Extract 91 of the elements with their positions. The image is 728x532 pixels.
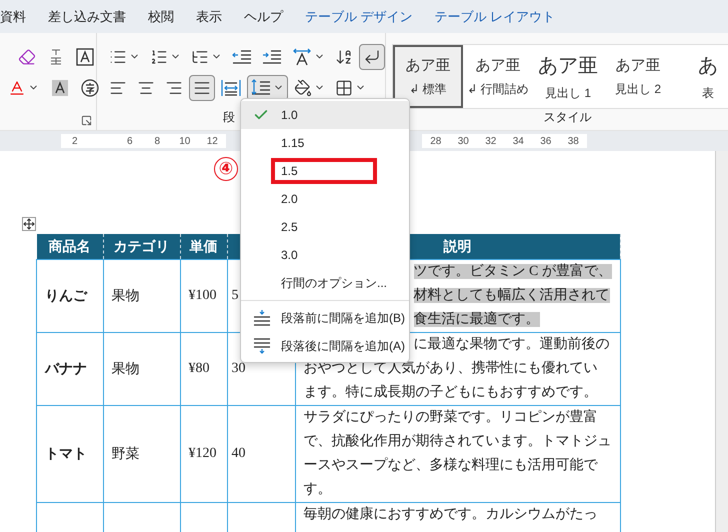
- ruler-number: 8: [153, 136, 162, 146]
- paint-bucket-icon: [294, 78, 312, 96]
- menu-item[interactable]: 1.0: [241, 101, 409, 129]
- space-before-icon: [253, 310, 271, 326]
- ruler-number: 38: [566, 136, 580, 146]
- ruler-number: 28: [429, 136, 442, 146]
- description-text: サラダにぴったりの野菜です。リコピンが豊富: [304, 410, 598, 425]
- menu-item[interactable]: 行間のオプション...: [241, 269, 409, 297]
- menu-tab[interactable]: テーブル デザイン: [305, 8, 413, 26]
- style-label: 見出し 1: [544, 84, 591, 102]
- move-handle-icon[interactable]: [23, 218, 35, 230]
- phonetic-guide-icon: [48, 48, 64, 66]
- description-text: 材料としても幅広く活用されて: [414, 288, 610, 303]
- menu-item[interactable]: 段落前に間隔を追加(B): [241, 304, 409, 332]
- column-header: カテゴリ: [103, 234, 180, 260]
- group-label: 段: [223, 109, 235, 126]
- table-cell: ¥100: [188, 288, 216, 303]
- numbered-list-icon: [150, 48, 168, 66]
- enclosed-character-icon: [81, 78, 99, 96]
- style-preview: あア亜: [616, 56, 660, 74]
- menu-item[interactable]: 1.5: [241, 157, 409, 185]
- ruler-number: 32: [484, 136, 498, 146]
- style-item[interactable]: あア亜 ↲ 行間詰め: [463, 45, 533, 108]
- style-preview: あア亜: [406, 56, 450, 74]
- menu-tab[interactable]: テーブル レイアウト: [434, 8, 556, 26]
- menu-item[interactable]: 2.0: [241, 185, 409, 213]
- table-cell: ¥120: [188, 446, 216, 461]
- style-item[interactable]: あア亜 ↲ 標準: [393, 45, 463, 108]
- menu-item[interactable]: 段落後に間隔を追加(A): [241, 332, 409, 360]
- menu-item[interactable]: 1.15: [241, 129, 409, 157]
- table-cell: 5: [232, 288, 238, 303]
- description-text: に最適な果物です。運動前後の: [414, 337, 610, 352]
- sort-icon: [335, 48, 353, 66]
- ruler-number: 36: [539, 136, 552, 146]
- description-text: ースやスープなど、多様な料理にも活用可能で: [304, 458, 598, 473]
- menu-tab[interactable]: 校閲: [148, 8, 174, 26]
- space-after-icon: [253, 338, 271, 354]
- table-cell: りんご: [45, 289, 87, 304]
- table-cell: トマト: [45, 447, 87, 462]
- decrease-indent-icon: [232, 48, 252, 66]
- table-cell: 40: [232, 446, 246, 461]
- ribbon-tool-button[interactable]: [359, 44, 385, 70]
- line-spacing-icon: [251, 78, 271, 96]
- ruler-number: 34: [512, 136, 525, 146]
- table-cell: 野菜: [112, 447, 140, 462]
- increase-indent-icon: [262, 48, 282, 66]
- dialog-launcher-icon[interactable]: [81, 115, 92, 126]
- menu-tab[interactable]: 資料: [0, 8, 26, 26]
- eraser-icon: [18, 48, 36, 66]
- table-cell: ¥80: [188, 361, 210, 376]
- style-item[interactable]: あア亜 見出し 1: [533, 45, 603, 108]
- ruler-number: 12: [206, 136, 219, 146]
- description-text: で、抗酸化作用が期待されています。トマトジュ: [304, 434, 612, 449]
- column-header: 単価: [180, 234, 227, 260]
- bordered-letter-icon: [76, 48, 94, 66]
- borders-icon: [335, 78, 353, 96]
- description-text: ます。特に成長期の子どもにもおすすめです。: [304, 385, 598, 400]
- distribute-icon: [221, 78, 241, 96]
- group-label: スタイル: [544, 109, 592, 126]
- table-cell: バナナ: [45, 362, 87, 377]
- description-text: ツです。ビタミン C が豊富で、: [414, 264, 612, 279]
- ruler-number: 2: [70, 136, 79, 146]
- table-cell: 果物: [112, 362, 140, 377]
- return-arrow-icon: [363, 48, 381, 66]
- description-text: す。: [304, 482, 332, 497]
- ribbon-tool-button[interactable]: [189, 74, 215, 100]
- style-preview: あ: [698, 54, 718, 78]
- menu-tab[interactable]: ヘルプ: [244, 8, 283, 26]
- style-label: 表: [702, 84, 714, 102]
- ruler-number: 30: [456, 136, 470, 146]
- style-preview: あア亜: [476, 56, 520, 74]
- highlight-frame: 1.5: [271, 158, 377, 184]
- style-preview: あア亜: [538, 54, 598, 78]
- ruler-number: 10: [178, 136, 192, 146]
- menu-tab[interactable]: 差し込み文書: [48, 8, 126, 26]
- table-cell: 30: [232, 361, 246, 376]
- description-text: 食生活に最適です。: [414, 312, 540, 327]
- style-label: ↲ 標準: [409, 80, 447, 98]
- style-item[interactable]: あア亜 見出し 2: [603, 45, 673, 108]
- column-header: 商品名: [36, 234, 103, 260]
- font-color-icon: [8, 78, 26, 96]
- style-item[interactable]: あ 表: [673, 45, 728, 108]
- style-label: 見出し 2: [614, 80, 661, 98]
- letter-arrows-icon: [292, 48, 312, 66]
- shaded-letter-icon: [51, 78, 69, 96]
- style-label: ↲ 行間詰め: [467, 80, 529, 98]
- menu-tab[interactable]: 表示: [196, 8, 222, 26]
- description-text: 毎朝の健康におすすめです。カルシウムがたっ: [304, 507, 598, 522]
- ruler-number: 6: [126, 136, 134, 146]
- table-cell: 果物: [112, 289, 140, 304]
- ribbon-tool-button[interactable]: [247, 74, 288, 100]
